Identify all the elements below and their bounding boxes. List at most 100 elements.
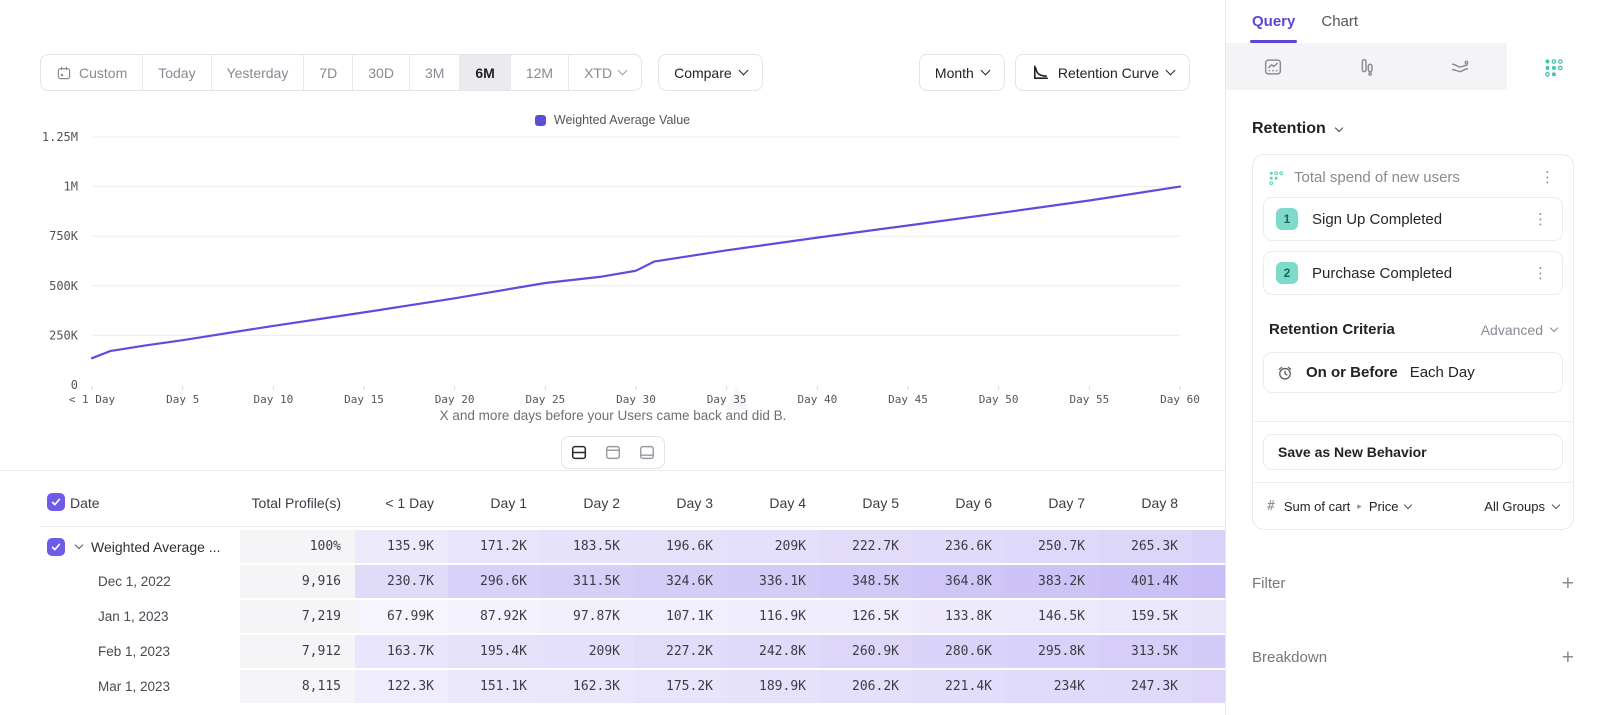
step-purchase-completed[interactable]: 2 Purchase Completed ⋮ <box>1263 251 1563 295</box>
add-breakdown-button[interactable]: + <box>1562 647 1574 668</box>
column-header[interactable]: Day 6 <box>913 495 1006 511</box>
report-canvas: Custom Today Yesterday 7D 30D3M 6M 12MXTD Comp… <box>0 0 1225 715</box>
criteria-window-selector[interactable]: On or Before Each Day <box>1263 352 1563 393</box>
row-checkbox[interactable] <box>47 538 65 556</box>
query-type-selector[interactable]: Retention <box>1252 120 1574 138</box>
range-label: Custom <box>79 65 127 81</box>
criteria-operator: On or Before <box>1306 364 1398 381</box>
retention-value-cell: 383.2K <box>1006 565 1099 598</box>
retention-report-button[interactable] <box>1507 43 1600 90</box>
retention-line-chart: 0250K500K750K1M1.25M< 1 DayDay 5Day 10Da… <box>0 120 1225 410</box>
breakdown-section: Breakdown + <box>1252 638 1574 676</box>
column-header[interactable]: Day 7 <box>1006 495 1099 511</box>
chart-type-button[interactable]: Retention Curve <box>1015 54 1190 91</box>
tab-chart[interactable]: Chart <box>1321 13 1358 43</box>
range-custom[interactable]: Custom <box>41 55 143 90</box>
column-header[interactable]: Day 4 <box>727 495 820 511</box>
y-axis-tick-label: 1M <box>64 180 78 194</box>
alarm-clock-icon <box>1276 364 1294 382</box>
step-menu-button[interactable]: ⋮ <box>1529 264 1552 283</box>
x-axis-tick-label: Day 35 <box>707 393 747 406</box>
chevron-down-icon <box>1552 500 1560 508</box>
range-label: 6M <box>475 65 494 81</box>
add-filter-button[interactable]: + <box>1562 573 1574 594</box>
retention-value-cell: 209K <box>541 635 634 668</box>
total-profiles-cell: 7,219 <box>240 600 355 633</box>
table-row[interactable]: Feb 1, 20237,912163.7K195.4K209K227.2K24… <box>40 635 1226 668</box>
table-row[interactable]: Mar 1, 20238,115122.3K151.1K162.3K175.2K… <box>40 670 1226 703</box>
step-sign-up-completed[interactable]: 1 Sign Up Completed ⋮ <box>1263 197 1563 241</box>
chevron-down-icon <box>75 541 83 549</box>
range-label: Yesterday <box>227 65 289 81</box>
split-view-button[interactable] <box>562 437 596 468</box>
retention-value-cell: 146.5K <box>1006 600 1099 633</box>
range-label: 7D <box>319 65 337 81</box>
x-axis-tick-label: Day 60 <box>1160 393 1200 406</box>
range-yesterday[interactable]: Yesterday <box>212 55 305 90</box>
retention-value-cell: 324.6K <box>634 565 727 598</box>
row-label-text: Weighted Average ... <box>91 539 220 555</box>
column-header[interactable]: Date <box>70 495 240 511</box>
row-label[interactable]: Weighted Average ... <box>70 530 240 563</box>
range-12m[interactable]: 12M <box>511 55 569 90</box>
granularity-button[interactable]: Month <box>919 54 1005 91</box>
retention-value-cell: 247.3K <box>1099 670 1192 703</box>
retention-value-cell: 126.5K <box>820 600 913 633</box>
groups-dropdown[interactable]: All Groups <box>1484 499 1559 514</box>
retention-dots-icon <box>1542 56 1564 78</box>
check-icon <box>50 541 62 553</box>
column-header[interactable]: Day 3 <box>634 495 727 511</box>
table-row[interactable]: Weighted Average ...100%135.9K171.2K183.… <box>40 530 1226 563</box>
funnel-bars-icon <box>1355 56 1377 78</box>
select-all-checkbox[interactable] <box>47 493 65 511</box>
criteria-mode-dropdown[interactable]: Advanced <box>1481 322 1557 338</box>
table-header-row: DateTotal Profile(s)< 1 DayDay 1Day 2Day… <box>40 471 1226 527</box>
chevron-down-icon <box>980 66 990 76</box>
range-6m[interactable]: 6M <box>460 55 510 90</box>
table-row[interactable]: Dec 1, 20229,916230.7K296.6K311.5K324.6K… <box>40 565 1226 598</box>
range-7d[interactable]: 7D <box>304 55 353 90</box>
retention-curve-icon <box>1031 63 1050 82</box>
range-3m[interactable]: 3M <box>410 55 460 90</box>
range-today[interactable]: Today <box>143 55 211 90</box>
retention-table: DateTotal Profile(s)< 1 DayDay 1Day 2Day… <box>0 471 1226 703</box>
column-header[interactable]: Day 1 <box>448 495 541 511</box>
y-axis-tick-label: 0 <box>71 378 78 392</box>
compare-button[interactable]: Compare <box>658 54 763 91</box>
save-as-new-behavior-button[interactable]: Save as New Behavior <box>1263 434 1563 470</box>
range-30d[interactable]: 30D <box>353 55 410 90</box>
layout-toggle-group <box>561 436 665 469</box>
row-checkbox-cell <box>40 670 70 703</box>
y-axis-tick-label: 1.25M <box>42 130 78 144</box>
measure-property-dropdown[interactable]: Sum of cart ▸ Price <box>1284 499 1412 514</box>
divider <box>1253 421 1573 422</box>
retention-value-cell-partial <box>1192 530 1226 563</box>
behavior-menu-button[interactable]: ⋮ <box>1536 168 1559 187</box>
row-date: Jan 1, 2023 <box>70 600 240 633</box>
y-axis-tick-label: 500K <box>49 279 79 293</box>
column-header[interactable]: Day 2 <box>541 495 634 511</box>
x-axis-tick-label: Day 5 <box>166 393 199 406</box>
table-row[interactable]: Jan 1, 20237,21967.99K87.92K97.87K107.1K… <box>40 600 1226 633</box>
row-date: Dec 1, 2022 <box>70 565 240 598</box>
column-header[interactable]: Day 8 <box>1099 495 1192 511</box>
tab-chart-label: Chart <box>1321 13 1358 30</box>
flows-report-button[interactable] <box>1413 43 1507 90</box>
chart-only-view-button[interactable] <box>596 437 630 468</box>
retention-value-cell: 260.9K <box>820 635 913 668</box>
insights-report-button[interactable] <box>1226 43 1320 90</box>
retention-value-cell: 196.6K <box>634 530 727 563</box>
behavior-title: Total spend of new users <box>1294 169 1526 186</box>
column-header[interactable]: Total Profile(s) <box>240 495 355 511</box>
table-only-view-button[interactable] <box>630 437 664 468</box>
retention-value-cell-partial <box>1192 600 1226 633</box>
column-header[interactable]: < 1 Day <box>355 495 448 511</box>
funnels-report-button[interactable] <box>1320 43 1414 90</box>
step-menu-button[interactable]: ⋮ <box>1529 210 1552 229</box>
range-xtd[interactable]: XTD <box>569 55 641 90</box>
weighted-average-line[interactable] <box>92 187 1180 359</box>
x-axis-tick-label: Day 50 <box>979 393 1019 406</box>
column-header[interactable]: Day 5 <box>820 495 913 511</box>
tab-query[interactable]: Query <box>1252 13 1295 43</box>
total-profiles-cell: 100% <box>240 530 355 563</box>
